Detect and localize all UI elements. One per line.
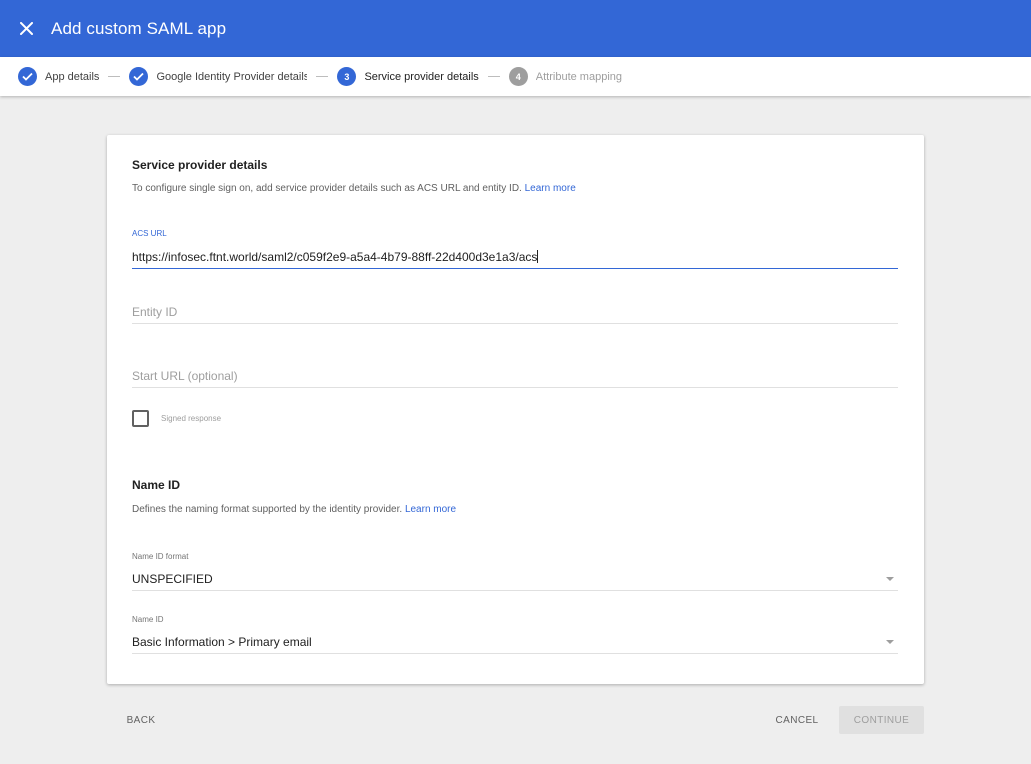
step-app-details[interactable]: App details [18, 67, 99, 86]
learn-more-link[interactable]: Learn more [525, 183, 576, 194]
check-icon [18, 67, 37, 86]
name-id-learn-more-link[interactable]: Learn more [405, 504, 456, 515]
check-icon [129, 67, 149, 86]
step-divider [487, 76, 500, 77]
signed-response-row: Signed response [132, 410, 221, 427]
name-id-section-title: Name ID [132, 478, 181, 492]
step-label: App details [45, 70, 100, 83]
signed-response-checkbox[interactable] [132, 410, 149, 427]
section-description-text: To configure single sign on, add service… [132, 183, 522, 194]
field-label: ACS URL [132, 229, 167, 238]
cancel-button[interactable]: CANCEL [768, 706, 826, 734]
step-attribute-mapping: 4 Attribute mapping [508, 67, 622, 86]
acs-url-value: https://infosec.ftnt.world/saml2/c059f2e… [132, 250, 538, 264]
step-divider [108, 76, 121, 77]
step-number: 3 [337, 67, 357, 86]
field-label: Name ID [132, 615, 164, 624]
stepper: App details Google Identity Provider det… [0, 57, 1031, 96]
step-label: Service provider details [364, 70, 479, 83]
section-description: To configure single sign on, add service… [132, 183, 576, 194]
back-button[interactable]: BACK [118, 706, 164, 734]
field-label: Name ID format [132, 552, 189, 561]
app-bar: Add custom SAML app [0, 0, 1031, 57]
step-service-provider-details[interactable]: 3 Service provider details [337, 67, 479, 86]
name-id-field[interactable]: Name ID Basic Information > Primary emai… [132, 615, 898, 654]
close-icon [19, 22, 33, 35]
dropdown-arrow-icon [886, 640, 894, 644]
entity-id-input[interactable]: Entity ID [132, 305, 898, 324]
step-label: Google Identity Provider details [156, 70, 308, 83]
entity-id-placeholder: Entity ID [132, 305, 178, 319]
name-id-section-description: Defines the naming format supported by t… [132, 504, 456, 515]
name-id-select[interactable]: Basic Information > Primary email [132, 635, 898, 654]
close-button[interactable] [16, 19, 36, 39]
start-url-input[interactable]: Start URL (optional) [132, 369, 898, 388]
step-divider [316, 76, 329, 77]
name-id-format-value: UNSPECIFIED [132, 572, 213, 586]
start-url-field[interactable]: Start URL (optional) [132, 369, 898, 388]
form-card: Service provider details To configure si… [107, 135, 924, 684]
continue-button[interactable]: CONTINUE [839, 706, 924, 734]
text-cursor [537, 250, 539, 263]
section-title: Service provider details [132, 158, 268, 172]
acs-url-input[interactable]: https://infosec.ftnt.world/saml2/c059f2e… [132, 250, 898, 269]
step-label: Attribute mapping [535, 70, 622, 83]
entity-id-field[interactable]: Entity ID [132, 305, 898, 324]
dropdown-arrow-icon [886, 577, 894, 581]
page-title: Add custom SAML app [51, 18, 227, 38]
signed-response-label: Signed response [161, 414, 222, 423]
step-google-idp-details[interactable]: Google Identity Provider details [129, 67, 307, 86]
name-id-format-select[interactable]: UNSPECIFIED [132, 572, 898, 591]
acs-url-field[interactable]: ACS URL https://infosec.ftnt.world/saml2… [132, 229, 898, 269]
name-id-value: Basic Information > Primary email [132, 635, 312, 649]
step-number: 4 [508, 67, 528, 86]
name-id-description-text: Defines the naming format supported by t… [132, 504, 403, 515]
start-url-placeholder: Start URL (optional) [132, 369, 238, 383]
name-id-format-field[interactable]: Name ID format UNSPECIFIED [132, 552, 898, 591]
